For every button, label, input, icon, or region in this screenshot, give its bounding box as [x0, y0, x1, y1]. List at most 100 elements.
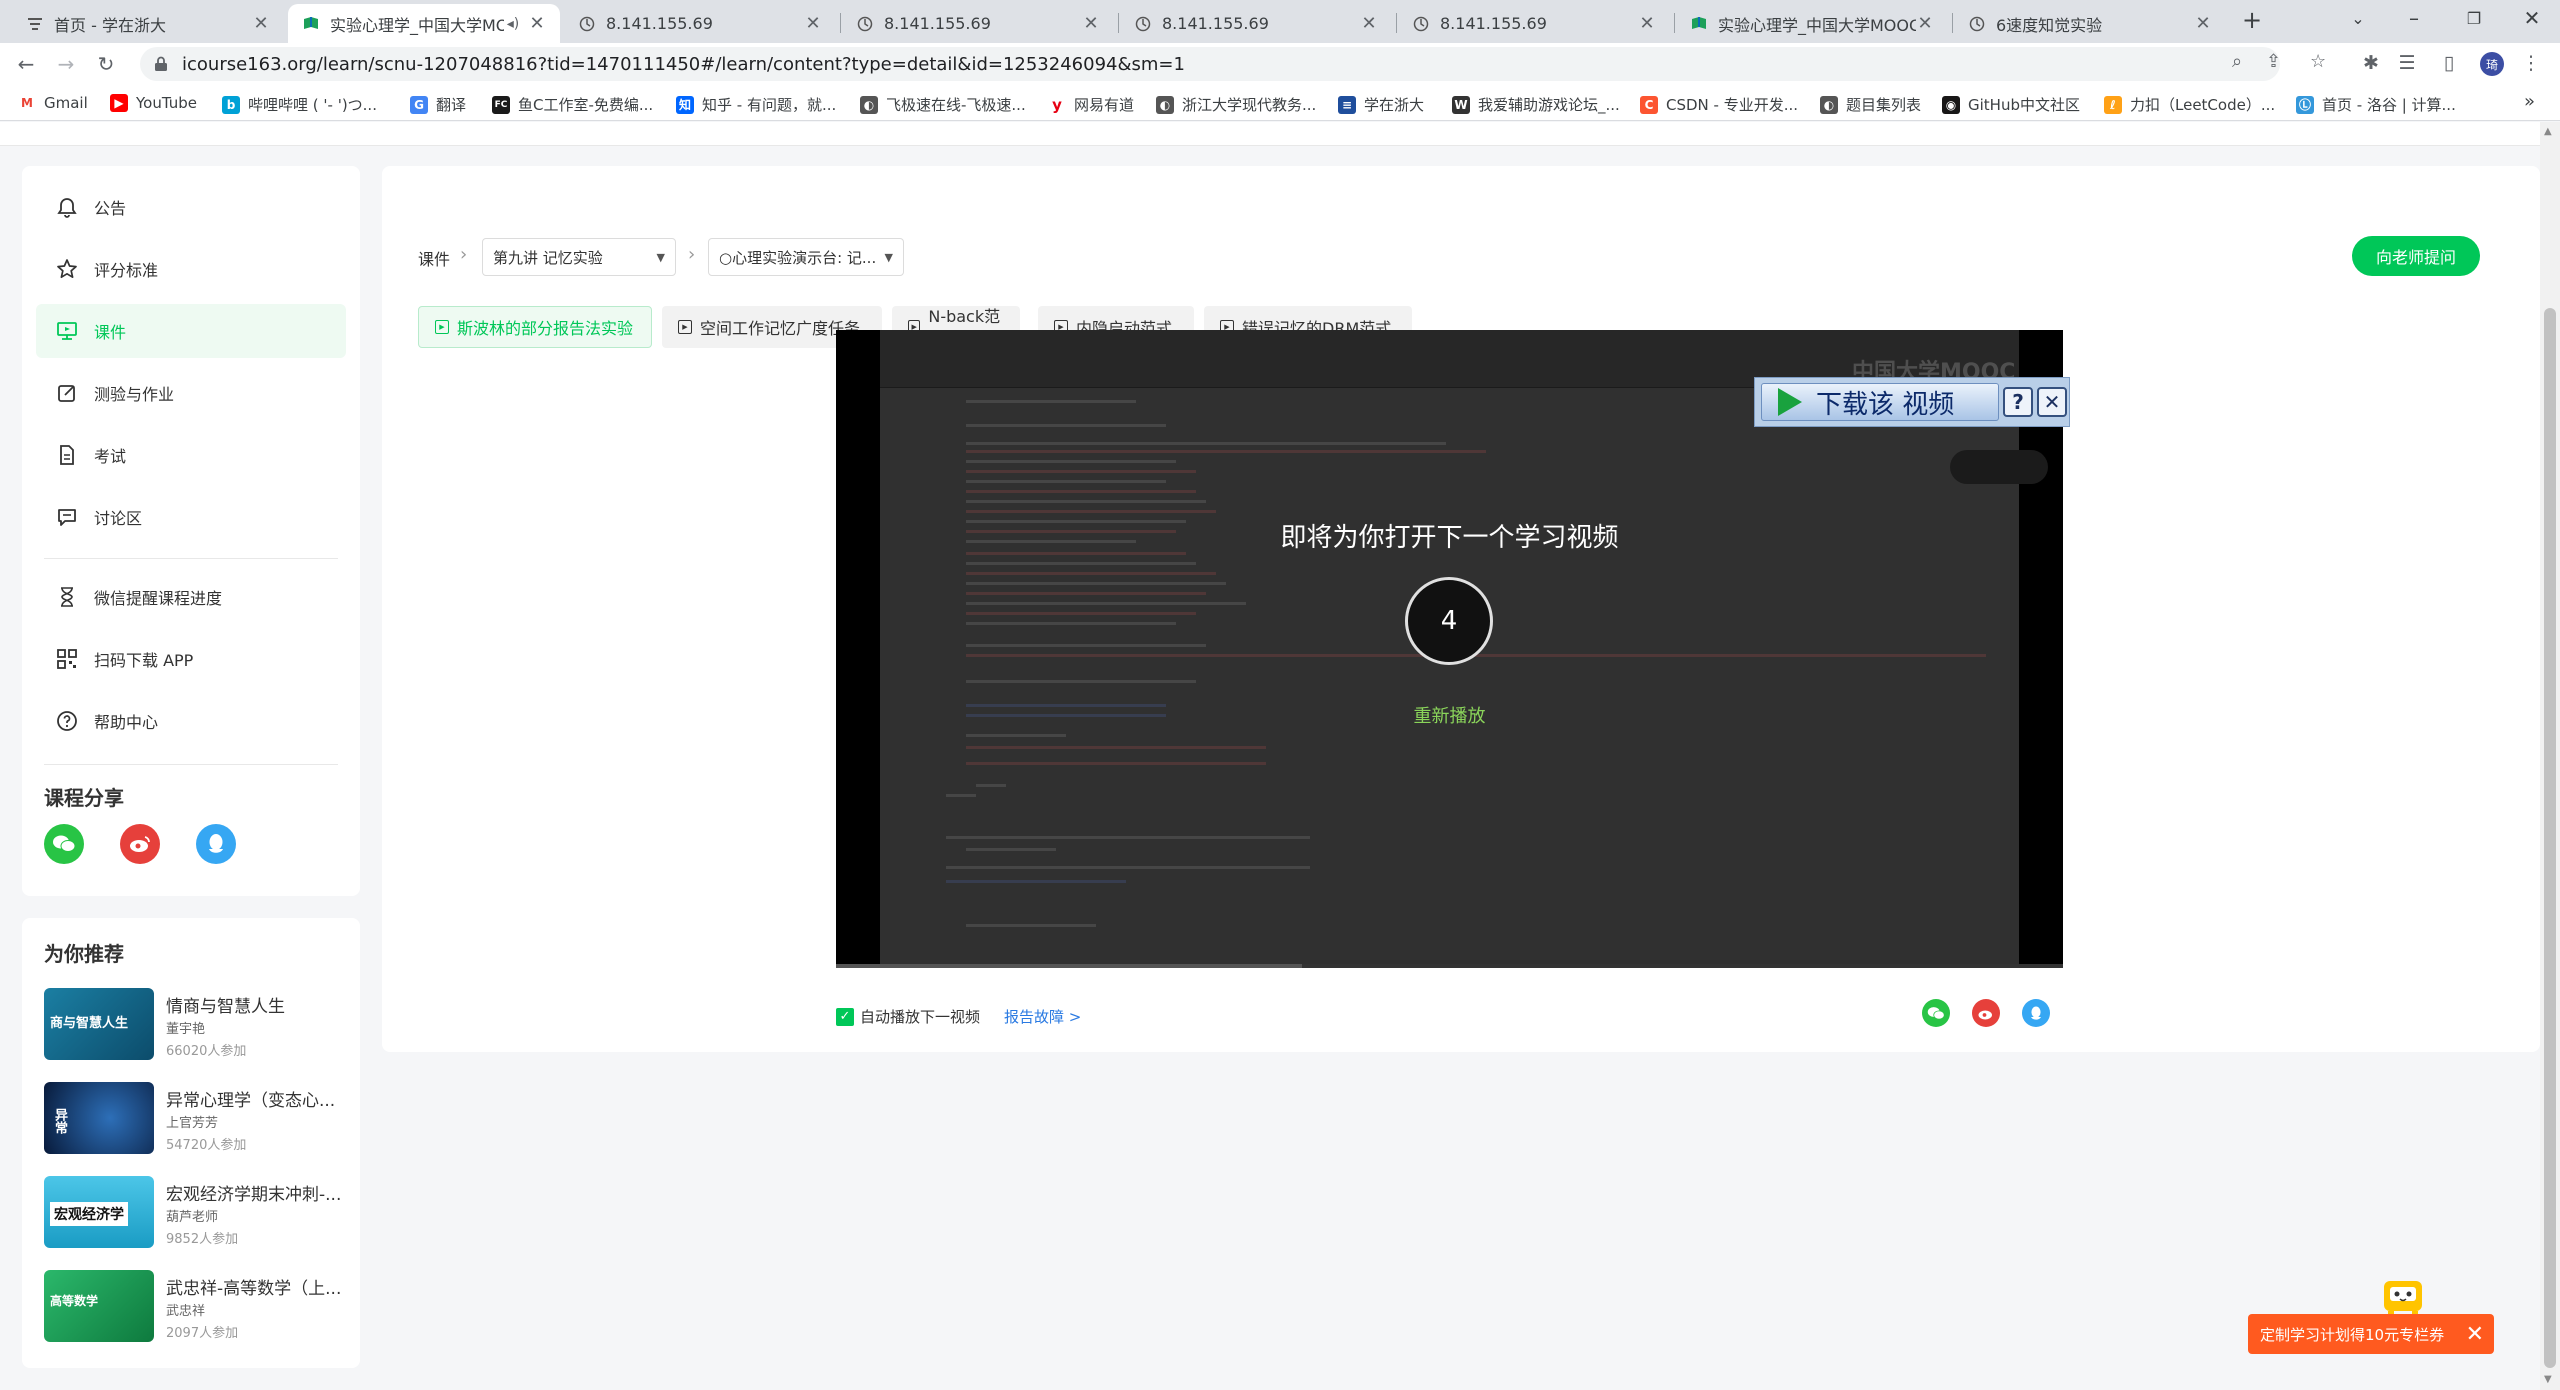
sidebar-item-grading[interactable]: 评分标准 — [36, 242, 346, 296]
coupon-banner[interactable]: 定制学习计划得10元专栏券 ✕ — [2248, 1314, 2494, 1354]
sidebar-item-wechat-reminder[interactable]: 微信提醒课程进度 — [36, 570, 346, 624]
page-content: 公告 评分标准 课件 测验与作业 考试 讨论区 微信提醒课程进度 扫码下载 AP… — [0, 122, 2540, 1390]
bookmark[interactable]: FC 鱼C工作室-免费编... — [492, 94, 653, 115]
download-video-button[interactable]: 下载该 视频 — [1761, 383, 1999, 421]
bookmarks-overflow-icon[interactable]: » — [2524, 91, 2535, 112]
scroll-up-icon[interactable]: ▲ — [2544, 126, 2552, 137]
ask-teacher-button[interactable]: 向老师提问 — [2352, 236, 2480, 276]
bookmark-star-icon[interactable]: ☆ — [2310, 51, 2326, 72]
side-panel-icon[interactable]: ▯ — [2436, 52, 2462, 74]
recommend-item[interactable]: 宏观经济学 宏观经济学期末冲刺-... 葫芦老师 9852人参加 — [44, 1176, 344, 1250]
browser-tab[interactable]: 首页 - 学在浙大 ✕ — [12, 4, 284, 43]
reading-list-icon[interactable]: ☰ — [2394, 52, 2420, 74]
tab-sperling[interactable]: ▶ 斯波林的部分报告法实验 — [418, 306, 652, 348]
browser-tab[interactable]: 6速度知觉实验 ✕ — [1954, 4, 2226, 43]
close-icon[interactable]: ✕ — [1638, 13, 1656, 34]
sidebar-item-help[interactable]: 帮助中心 — [36, 694, 346, 748]
share-page-icon[interactable]: ⇪ — [2266, 51, 2281, 72]
weibo-share-icon[interactable] — [1972, 999, 2000, 1027]
lesson-select[interactable]: ○心理实验演示台: 记... ▼ — [708, 238, 904, 276]
bookmark[interactable]: y 网易有道 — [1048, 94, 1134, 115]
profile-avatar[interactable]: 琦 — [2480, 52, 2504, 76]
sidebar-item-discussion[interactable]: 讨论区 — [36, 490, 346, 544]
bookmark[interactable]: ≡ 学在浙大 — [1338, 94, 1424, 115]
page-scrollbar[interactable]: ▲ ▼ — [2540, 122, 2560, 1390]
globe-icon — [856, 15, 874, 33]
sidebar-item-exam[interactable]: 考试 — [36, 428, 346, 482]
browser-tab[interactable]: 8.141.155.69 ✕ — [1398, 4, 1670, 43]
download-help-button[interactable]: ? — [2003, 387, 2033, 417]
browser-tab[interactable]: 实验心理学_中国大学MOOC ✕ — [1676, 4, 1948, 43]
qq-share-icon[interactable] — [196, 824, 236, 864]
bookmark[interactable]: ◐ 飞极速在线-飞极速... — [860, 94, 1026, 115]
bookmark[interactable]: b 哔哩哔哩 ( '- ')つ... — [222, 94, 377, 115]
github-icon: ◉ — [1942, 95, 1960, 114]
browser-tab[interactable]: 8.141.155.69 ✕ — [564, 4, 836, 43]
thumb-text: 宏观经济学 — [50, 1202, 128, 1226]
qq-share-icon[interactable] — [2022, 999, 2050, 1027]
menu-icon[interactable]: ⋮ — [2518, 52, 2544, 74]
close-icon[interactable]: ✕ — [1916, 13, 1934, 34]
recommend-item[interactable]: 高等数学 武忠祥-高等数学（上... 武忠祥 2097人参加 — [44, 1270, 344, 1344]
bookmark[interactable]: ▶ YouTube — [110, 94, 197, 112]
bookmark[interactable]: ◐ 浙江大学现代教务... — [1156, 94, 1316, 115]
sidebar-item-download-app[interactable]: 扫码下载 APP — [36, 632, 346, 686]
audio-icon[interactable]: ◂) — [504, 16, 522, 32]
course-count: 9852人参加 — [166, 1232, 239, 1247]
bookmark[interactable]: ◉ GitHub中文社区 — [1942, 94, 2080, 115]
recommend-item[interactable]: 异常 异常心理学（变态心... 上官芳芳 54720人参加 — [44, 1082, 344, 1156]
download-close-button[interactable]: ✕ — [2037, 387, 2067, 417]
close-icon[interactable]: ✕ — [2194, 13, 2212, 34]
bookmark[interactable]: 知知乎 - 有问题，就... — [676, 94, 836, 115]
chapter-select[interactable]: 第九讲 记忆实验 ▼ — [482, 238, 676, 276]
window-close-icon[interactable]: ✕ — [2512, 6, 2552, 30]
forward-icon[interactable]: → — [52, 50, 80, 78]
address-bar[interactable]: icourse163.org/learn/scnu-1207048816?tid… — [140, 47, 2280, 81]
sidebar-item-homework[interactable]: 测验与作业 — [36, 366, 346, 420]
sidebar-item-announcement[interactable]: 公告 — [36, 180, 346, 234]
wechat-share-icon[interactable] — [1922, 999, 1950, 1027]
close-icon[interactable]: ✕ — [1360, 13, 1378, 34]
browser-tab-active[interactable]: 实验心理学_中国大学MO ◂) ✕ — [288, 4, 560, 43]
scroll-down-icon[interactable]: ▼ — [2544, 1374, 2552, 1385]
sidebar-item-courseware[interactable]: 课件 — [36, 304, 346, 358]
browser-tab[interactable]: 8.141.155.69 ✕ — [842, 4, 1114, 43]
weibo-share-icon[interactable] — [120, 824, 160, 864]
wechat-share-icon[interactable] — [44, 824, 84, 864]
reload-icon[interactable]: ↻ — [92, 50, 120, 78]
back-icon[interactable]: ← — [12, 50, 40, 78]
bookmark[interactable]: G 翻译 — [410, 94, 466, 115]
sidebar-item-label: 考试 — [94, 447, 127, 466]
check-icon[interactable]: ✓ — [836, 1007, 854, 1026]
browser-tab[interactable]: 8.141.155.69 ✕ — [1120, 4, 1392, 43]
replay-button[interactable]: 重新播放 — [836, 702, 2063, 728]
sidebar-item-label: 微信提醒课程进度 — [94, 589, 223, 608]
minimize-icon[interactable]: – — [2394, 6, 2434, 30]
autoplay-toggle[interactable]: ✓ 自动播放下一视频 — [836, 1006, 980, 1027]
close-icon[interactable]: ✕ — [528, 13, 546, 34]
bookmark[interactable]: ℓ 力扣（LeetCode）... — [2104, 94, 2275, 115]
bookmark[interactable]: ◐ 题目集列表 — [1820, 94, 1921, 115]
scrollbar-thumb[interactable] — [2544, 308, 2556, 1368]
close-icon[interactable]: ✕ — [252, 13, 270, 34]
url-text: icourse163.org/learn/scnu-1207048816?tid… — [182, 53, 1185, 75]
bookmark[interactable]: C CSDN - 专业开发... — [1640, 94, 1798, 115]
recommend-panel: 为你推荐 商与智慧人生 情商与智慧人生 董宇艳 66020人参加 异常 异常心理… — [22, 918, 360, 1368]
report-issue-link[interactable]: 报告故障 > — [1004, 1006, 1081, 1027]
bookmark[interactable]: M Gmail — [18, 94, 88, 112]
video-progress-bar[interactable] — [836, 964, 2063, 968]
close-icon[interactable]: ✕ — [804, 13, 822, 34]
help-icon — [54, 708, 80, 734]
bookmark[interactable]: Ⓛ 首页 - 洛谷 | 计算... — [2296, 94, 2456, 115]
extensions-icon[interactable]: ✱ — [2358, 52, 2384, 74]
new-tab-button[interactable]: + — [2232, 6, 2272, 34]
tab-search-icon[interactable]: ⌄ — [2338, 9, 2378, 28]
zoom-icon[interactable]: ⌕ — [2232, 51, 2242, 72]
restore-icon[interactable]: ❐ — [2454, 9, 2494, 28]
recommend-item[interactable]: 商与智慧人生 情商与智慧人生 董宇艳 66020人参加 — [44, 988, 344, 1062]
bookmark[interactable]: W 我爱辅助游戏论坛_... — [1452, 94, 1620, 115]
exam-icon — [54, 442, 80, 468]
close-icon[interactable]: ✕ — [1082, 13, 1100, 34]
coupon-close-button[interactable]: ✕ — [2466, 1322, 2484, 1347]
breadcrumb-root[interactable]: 课件 — [418, 246, 450, 270]
